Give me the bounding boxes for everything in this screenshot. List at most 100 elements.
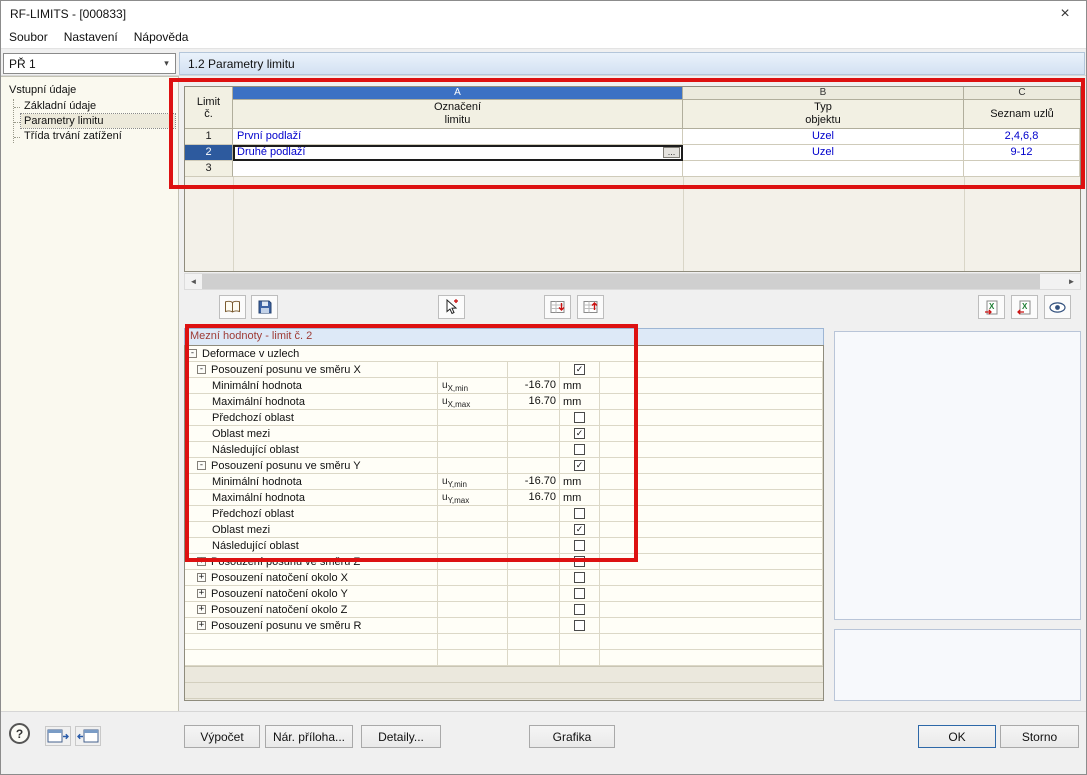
row-number-cell[interactable]: 3 — [185, 161, 233, 177]
checkbox[interactable] — [574, 540, 585, 551]
menu-nastaveni[interactable]: Nastavení — [56, 28, 126, 48]
book-icon[interactable] — [219, 295, 246, 319]
toggle-panel-left-icon[interactable] — [45, 726, 71, 746]
expand-icon[interactable]: + — [197, 605, 206, 614]
import-rows-icon[interactable] — [544, 295, 571, 319]
visibility-icon[interactable] — [1044, 295, 1071, 319]
symbol-cell: uX,max — [438, 394, 508, 409]
value-cell[interactable]: -16.70 — [508, 378, 560, 393]
object-type-cell[interactable]: Uzel — [683, 129, 964, 145]
column-letter-a[interactable]: A — [233, 87, 683, 100]
limit-name-cell[interactable] — [233, 161, 683, 177]
excel-export-icon[interactable]: X — [978, 295, 1005, 319]
column-header-node-list[interactable]: Seznam uzlů — [964, 100, 1080, 129]
tree-label: Následující oblast — [212, 539, 299, 552]
column-header-limit-name[interactable]: Označení limitu — [233, 100, 683, 129]
parameter-label-cell[interactable]: Předchozí oblast — [185, 506, 438, 521]
limit-name-cell[interactable]: Druhé podlaží... — [233, 145, 683, 161]
sidebar-root[interactable]: Vstupní údaje — [4, 83, 175, 98]
checkbox[interactable] — [574, 508, 585, 519]
value-cell[interactable]: -16.70 — [508, 474, 560, 489]
help-icon[interactable]: ? — [9, 723, 30, 744]
parameter-label-cell[interactable]: Následující oblast — [185, 538, 438, 553]
storno-button[interactable]: Storno — [1000, 725, 1079, 748]
column-letter-b[interactable]: B — [683, 87, 964, 100]
chevron-down-icon: ▾ — [164, 58, 169, 68]
value-cell[interactable]: 16.70 — [508, 394, 560, 409]
parameter-label-cell[interactable]: + Posouzení posunu ve směru Z — [185, 554, 438, 569]
collapse-icon[interactable]: - — [197, 365, 206, 374]
collapse-icon[interactable]: - — [188, 349, 197, 358]
tree-label: Minimální hodnota — [212, 475, 302, 488]
parameter-label-cell[interactable]: Minimální hodnota — [185, 378, 438, 393]
checkbox[interactable] — [574, 604, 585, 615]
parameter-label-cell[interactable]: Předchozí oblast — [185, 410, 438, 425]
ok-button[interactable]: OK — [918, 725, 996, 748]
checkbox[interactable] — [574, 412, 585, 423]
tree-label: Posouzení natočení okolo X — [211, 571, 348, 584]
parameter-label-cell[interactable]: Maximální hodnota — [185, 490, 438, 505]
checkbox[interactable] — [574, 620, 585, 631]
column-header-object-type[interactable]: Typ objektu — [683, 100, 964, 129]
limit-values-title-text: Mezní hodnoty - limit č. 2 — [190, 330, 313, 342]
sidebar-item-parametry-limitu[interactable]: Parametry limitu — [14, 113, 176, 129]
expand-icon[interactable]: + — [197, 589, 206, 598]
checkbox[interactable] — [574, 588, 585, 599]
excel-import-icon[interactable]: X — [1011, 295, 1038, 319]
vypocet-button[interactable]: Výpočet — [184, 725, 260, 748]
checkbox[interactable]: ✓ — [574, 460, 585, 471]
export-rows-icon[interactable] — [577, 295, 604, 319]
parameter-label-cell[interactable]: Oblast mezi — [185, 522, 438, 537]
parameter-label-cell[interactable]: - Posouzení posunu ve směru Y — [185, 458, 438, 473]
detaily-button[interactable]: Detaily... — [361, 725, 441, 748]
parameter-label-cell[interactable]: Maximální hodnota — [185, 394, 438, 409]
row-number-cell[interactable]: 2 — [185, 145, 233, 161]
checkbox[interactable] — [574, 444, 585, 455]
menu-napoveda[interactable]: Nápověda — [126, 28, 197, 48]
sidebar-item-zakladni-udaje[interactable]: Základní údaje — [14, 99, 175, 113]
node-list-cell[interactable]: 2,4,6,8 — [964, 129, 1080, 145]
parameter-label-cell[interactable]: Oblast mezi — [185, 426, 438, 441]
sidebar-item-trida-trvani-zatizeni[interactable]: Třída trvání zatížení — [14, 129, 175, 143]
menu-soubor[interactable]: Soubor — [1, 28, 56, 48]
parameter-label-cell[interactable]: + Posouzení natočení okolo X — [185, 570, 438, 585]
parameter-label-cell[interactable]: + Posouzení natočení okolo Y — [185, 586, 438, 601]
expand-icon[interactable]: + — [197, 621, 206, 630]
save-icon[interactable] — [251, 295, 278, 319]
pick-object-icon[interactable] — [438, 295, 465, 319]
scroll-right-icon[interactable]: ► — [1063, 274, 1080, 289]
object-type-cell[interactable]: Uzel — [683, 145, 964, 161]
parameter-label-cell[interactable]: - Posouzení posunu ve směru X — [185, 362, 438, 377]
ellipsis-button[interactable]: ... — [663, 147, 680, 158]
column-letter-c[interactable]: C — [964, 87, 1080, 100]
checkbox[interactable]: ✓ — [574, 364, 585, 375]
parameter-label-cell[interactable]: Minimální hodnota — [185, 474, 438, 489]
scrollbar-thumb[interactable] — [202, 274, 1040, 289]
parameter-label-cell[interactable]: + Posouzení posunu ve směru R — [185, 618, 438, 633]
narodni-priloha-button[interactable]: Nár. příloha... — [265, 725, 353, 748]
scroll-left-icon[interactable]: ◄ — [185, 274, 202, 289]
value-cell[interactable]: 16.70 — [508, 490, 560, 505]
expand-icon[interactable]: + — [197, 557, 206, 566]
object-type-cell[interactable] — [683, 161, 964, 177]
horizontal-scrollbar[interactable]: ◄ ► — [184, 273, 1081, 290]
collapse-icon[interactable]: - — [197, 461, 206, 470]
parameter-label-cell[interactable]: + Posouzení natočení okolo Z — [185, 602, 438, 617]
checkbox[interactable] — [574, 556, 585, 567]
checkbox[interactable]: ✓ — [574, 428, 585, 439]
group-label-cell[interactable]: - Deformace v uzlech — [185, 346, 823, 361]
row-number-cell[interactable]: 1 — [185, 129, 233, 145]
node-list-cell[interactable]: 9-12 — [964, 145, 1080, 161]
case-selector[interactable]: PŘ 1 ▾ — [3, 53, 176, 74]
parameter-label-cell[interactable]: Následující oblast — [185, 442, 438, 457]
checkbox-cell: ✓ — [560, 426, 600, 441]
checkbox[interactable]: ✓ — [574, 524, 585, 535]
limit-name-cell[interactable]: První podlaží — [233, 129, 683, 145]
expand-icon[interactable]: + — [197, 573, 206, 582]
toggle-panel-right-icon[interactable] — [75, 726, 101, 746]
checkbox[interactable] — [574, 572, 585, 583]
node-list-cell[interactable] — [964, 161, 1080, 177]
symbol-cell: uY,max — [438, 490, 508, 505]
grafika-button[interactable]: Grafika — [529, 725, 615, 748]
close-icon[interactable]: × — [1044, 1, 1086, 28]
